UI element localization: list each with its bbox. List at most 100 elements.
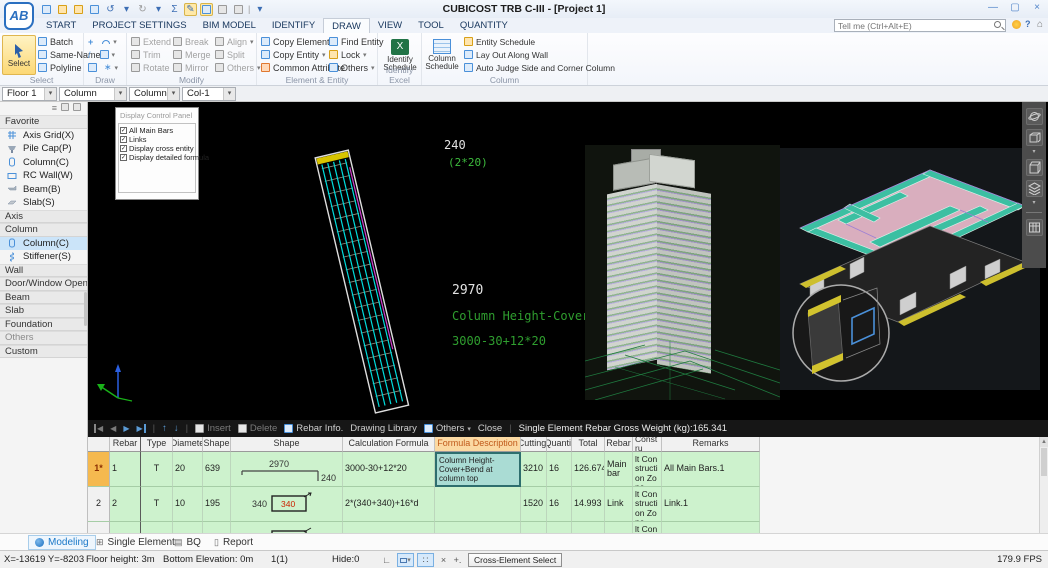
tell-me-search-input[interactable] [834, 19, 1006, 32]
tab-bim-model[interactable]: BIM MODEL [195, 18, 264, 33]
sidebar-item-column[interactable]: Column(C) [0, 237, 87, 251]
rotate-button[interactable]: Rotate [131, 61, 171, 74]
shape-diagram[interactable]: 2970240 [231, 452, 343, 487]
sidebar-item-column-fav[interactable]: Column(C) [0, 156, 87, 170]
lay-out-along-wall-button[interactable]: Lay Out Along Wall [464, 48, 615, 61]
layers-icon[interactable] [1026, 180, 1043, 197]
tab-start[interactable]: START [38, 18, 84, 33]
element-name-dropdown[interactable]: Col-1▾ [182, 87, 236, 101]
tab-project-settings[interactable]: PROJECT SETTINGS [84, 18, 194, 33]
undo-dropdown-icon[interactable]: ▾ [120, 3, 133, 16]
shape-diagram[interactable]: 340340 [231, 487, 343, 522]
extend-button[interactable]: Extend [131, 35, 171, 48]
home-icon[interactable]: ⌂ [1037, 19, 1043, 30]
previous-record-icon[interactable]: ◀ [110, 424, 116, 433]
tab-identify[interactable]: IDENTIFY [264, 18, 323, 33]
zoom-extents-icon[interactable] [1026, 129, 1043, 146]
sidebar-header-custom[interactable]: Custom [0, 345, 87, 359]
shape-diagram[interactable] [231, 522, 343, 533]
select-button[interactable]: Select [2, 35, 36, 75]
tree-list-icon[interactable]: ≡ [52, 103, 57, 114]
new-project-icon[interactable] [40, 3, 53, 16]
sidebar-item-axis-grid[interactable]: Axis Grid(X) [0, 129, 87, 143]
tree-collapse-icon[interactable] [73, 103, 81, 114]
chevron-down-icon[interactable]: ▾ [1032, 150, 1035, 155]
last-record-icon[interactable]: ▶ [136, 424, 145, 433]
hatch-icon[interactable]: ∗ [104, 62, 112, 73]
delete-button[interactable]: Delete [238, 423, 277, 434]
table-view-icon[interactable] [232, 3, 245, 16]
selected-cell[interactable]: Column Height-Cover+Bend at column top [435, 452, 521, 487]
checkbox-checked-icon[interactable]: ✓ [120, 145, 127, 152]
snap-icon[interactable]: ∷ [417, 553, 434, 567]
orbit-icon[interactable] [1026, 108, 1043, 125]
scroll-up-icon[interactable]: ▲ [1040, 437, 1048, 447]
ortho-icon[interactable]: ∟ [378, 553, 395, 567]
first-record-icon[interactable]: ◀ [94, 424, 103, 433]
option-all-main-bars[interactable]: ✓All Main Bars [120, 126, 194, 135]
chevron-down-icon[interactable]: ▾ [114, 88, 126, 100]
trim-button[interactable]: Trim [131, 48, 171, 61]
chevron-down-icon[interactable]: ▾ [223, 88, 235, 100]
undo-icon[interactable]: ↺ [104, 3, 117, 16]
point-icon[interactable]: + [88, 37, 93, 47]
entity-others-button[interactable]: Others▾ [329, 61, 384, 74]
find-entity-button[interactable]: Find Entity [329, 35, 384, 48]
chevron-down-icon[interactable]: ▾ [167, 88, 179, 100]
floor-dropdown[interactable]: Floor 1▾ [2, 87, 57, 101]
sidebar-header-others[interactable]: Others [0, 331, 87, 345]
tab-view[interactable]: VIEW [370, 18, 410, 33]
edit-calculate-icon[interactable]: ✎ [184, 3, 197, 16]
table-row[interactable]: 3 3 T 10 195 2*(340+100)+16*d 1300 32 23… [88, 522, 760, 533]
columns-view-icon[interactable] [216, 3, 229, 16]
view-grid-icon[interactable] [200, 3, 213, 16]
drawing-canvas[interactable]: 240 (2*20) 2970 Column Height-Cover+Bend… [88, 102, 1048, 420]
restore-button[interactable]: ▢ [1008, 2, 1022, 15]
line-icon[interactable]: / [88, 50, 91, 60]
option-links[interactable]: ✓Links [120, 135, 194, 144]
break-button[interactable]: Break [173, 35, 211, 48]
sidebar-header-column[interactable]: Column [0, 223, 87, 237]
rebar-info-button[interactable]: Rebar Info. [284, 423, 343, 434]
sidebar-item-pile-cap[interactable]: Pile Cap(P) [0, 142, 87, 156]
cross-element-select-button[interactable]: Cross-Element Select [468, 553, 562, 567]
merge-button[interactable]: Merge [173, 48, 211, 61]
selection-box-icon[interactable]: ▾ [397, 553, 414, 567]
element-type-dropdown[interactable]: Column▾ [129, 87, 180, 101]
save-icon[interactable] [88, 3, 101, 16]
lightbulb-icon[interactable] [1012, 20, 1021, 29]
move-up-icon[interactable]: ↑ [162, 423, 167, 434]
sidebar-header-favorite[interactable]: Favorite [0, 115, 87, 129]
chevron-down-icon[interactable]: ▾ [44, 88, 56, 100]
schedule-table-icon[interactable] [1026, 219, 1043, 236]
view-cube-icon[interactable] [1026, 159, 1043, 176]
sidebar-item-stiffener[interactable]: Stiffener(S) [0, 250, 87, 264]
checkbox-checked-icon[interactable]: ✓ [120, 154, 127, 161]
tab-modeling[interactable]: Modeling [28, 535, 96, 550]
column-schedule-button[interactable]: Column Schedule [424, 35, 460, 75]
close-button[interactable]: × [1030, 2, 1044, 15]
table-row[interactable]: 1* 1 T 20 639 2970240 3000-30+12*20 Colu… [88, 452, 760, 487]
sidebar-header-foundation[interactable]: Foundation [0, 318, 87, 332]
parallel-icon[interactable] [100, 50, 109, 59]
category-dropdown[interactable]: Column▾ [59, 87, 127, 101]
checkbox-checked-icon[interactable]: ✓ [120, 136, 127, 143]
table-others-button[interactable]: Others▾ [424, 423, 471, 434]
tree-expand-icon[interactable] [61, 103, 69, 114]
option-display-detailed-formula[interactable]: ✓Display detailed formula [120, 153, 194, 162]
tab-quantity[interactable]: QUANTITY [452, 18, 516, 33]
close-table-button[interactable]: Close [478, 423, 502, 434]
mirror-button[interactable]: Mirror [173, 61, 211, 74]
option-display-cross-entity[interactable]: ✓Display cross entity [120, 144, 194, 153]
lock-button[interactable]: Lock▾ [329, 48, 384, 61]
drawing-library-button[interactable]: Drawing Library [350, 423, 417, 434]
add-file-icon[interactable] [56, 3, 69, 16]
qat-more-icon[interactable]: ▾ [253, 3, 266, 16]
rect-icon[interactable] [88, 63, 97, 72]
sidebar-header-wall[interactable]: Wall [0, 264, 87, 278]
coordinate-input-icon[interactable]: +. [449, 553, 466, 567]
sidebar-header-beam[interactable]: Beam [0, 291, 87, 305]
align-button[interactable]: Align▾ [215, 35, 261, 48]
tab-draw[interactable]: DRAW [323, 18, 370, 33]
sidebar-item-slab-fav[interactable]: Slab(S) [0, 196, 87, 210]
